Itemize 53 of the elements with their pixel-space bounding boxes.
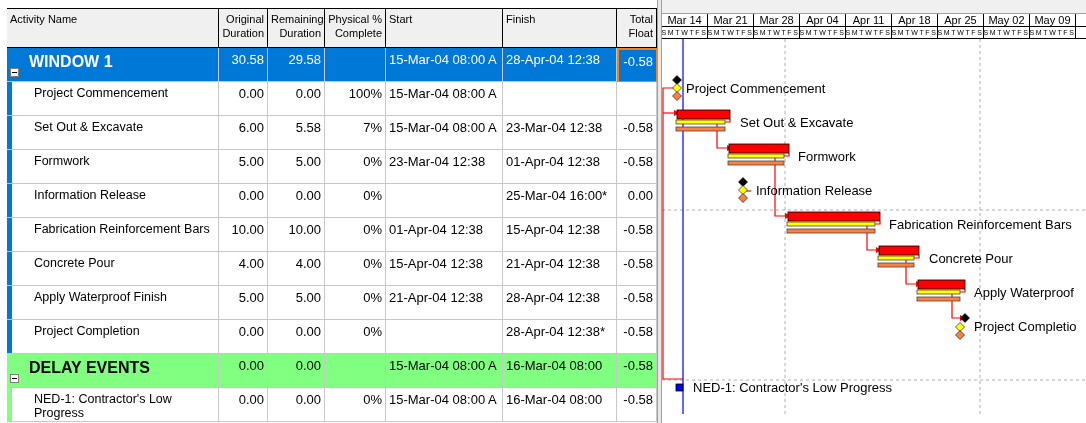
group-name: WINDOW 1 bbox=[29, 53, 113, 70]
activity-name: Project Completion bbox=[34, 323, 141, 340]
bar-label: Apply Waterproof bbox=[974, 285, 1074, 300]
bar-label: Formwork bbox=[798, 149, 856, 164]
week-label: May 09 bbox=[1030, 14, 1076, 26]
column-header[interactable]: Finish bbox=[503, 9, 617, 47]
bar-label: Fabrication Reinforcement Bars bbox=[889, 217, 1072, 232]
week-label: Mar 21 bbox=[708, 14, 754, 26]
group-strip bbox=[7, 388, 12, 421]
week-label: May 02 bbox=[984, 14, 1030, 26]
week-label: Apr 04 bbox=[800, 14, 846, 26]
task-bar bbox=[877, 245, 920, 268]
task-bar bbox=[675, 109, 731, 132]
bar-label: NED-1: Contractor's Low Progress bbox=[693, 380, 892, 395]
activity-name: NED-1: Contractor's Low Progress bbox=[34, 391, 173, 421]
group-name: DELAY EVENTS bbox=[29, 359, 150, 376]
activity-name: Concrete Pour bbox=[34, 255, 116, 272]
column-header[interactable]: Original Duration bbox=[219, 9, 268, 47]
activity-name: Formwork bbox=[34, 153, 91, 170]
bar-label: Set Out & Excavate bbox=[740, 115, 854, 130]
activity-name: Apply Waterproof Finish bbox=[34, 289, 168, 306]
activity-name: Set Out & Excavate bbox=[34, 119, 145, 136]
task-bar bbox=[916, 279, 966, 302]
table-cell: 15-Mar-04 08:00 A bbox=[386, 388, 503, 422]
week-label: Mar 28 bbox=[754, 14, 800, 26]
collapse-icon[interactable] bbox=[10, 374, 19, 383]
bar-label: Concrete Pour bbox=[929, 251, 1013, 266]
week-label: Apr 25 bbox=[938, 14, 984, 26]
task-bar bbox=[727, 143, 790, 166]
table-cell: 0% bbox=[325, 388, 386, 422]
week-label: Apr 11 bbox=[846, 14, 892, 26]
activity-name: Fabrication Reinforcement Bars bbox=[34, 221, 211, 238]
relationship-line bbox=[745, 190, 752, 192]
activity-name: Project Commencement bbox=[34, 85, 170, 102]
column-header[interactable]: Activity Name bbox=[7, 9, 219, 47]
column-header[interactable]: Physical % Complete bbox=[325, 9, 386, 47]
table-cell: 16-Mar-04 08:00 bbox=[503, 388, 617, 422]
milestone-icon bbox=[672, 75, 682, 101]
week-label: Mar 14 bbox=[662, 14, 708, 26]
delay-bar bbox=[675, 383, 684, 392]
collapse-icon[interactable] bbox=[10, 68, 19, 77]
table-cell: 0.00 bbox=[268, 388, 325, 422]
activity-name: Information Release bbox=[34, 187, 147, 204]
column-header[interactable]: Remaining Duration bbox=[268, 9, 325, 47]
milestone-icon bbox=[738, 177, 748, 203]
column-header[interactable]: Start bbox=[386, 9, 503, 47]
table-cell: 0.00 bbox=[219, 388, 268, 422]
group-row[interactable]: WINDOW 1 30.58 29.58 15-Mar-04 08:00 A 28-Apr-04 12:38 -0.58 bbox=[7, 48, 657, 82]
group-row[interactable]: DELAY EVENTS 0.00 0.00 15-Mar-04 08:00 A 16-Mar-04 08:00 -0.58 bbox=[7, 354, 657, 388]
bar-label: Project Completio bbox=[974, 319, 1077, 334]
bar-label: Project Commencement bbox=[686, 81, 826, 96]
week-label: Apr 18 bbox=[892, 14, 938, 26]
milestone-icon bbox=[955, 313, 970, 340]
